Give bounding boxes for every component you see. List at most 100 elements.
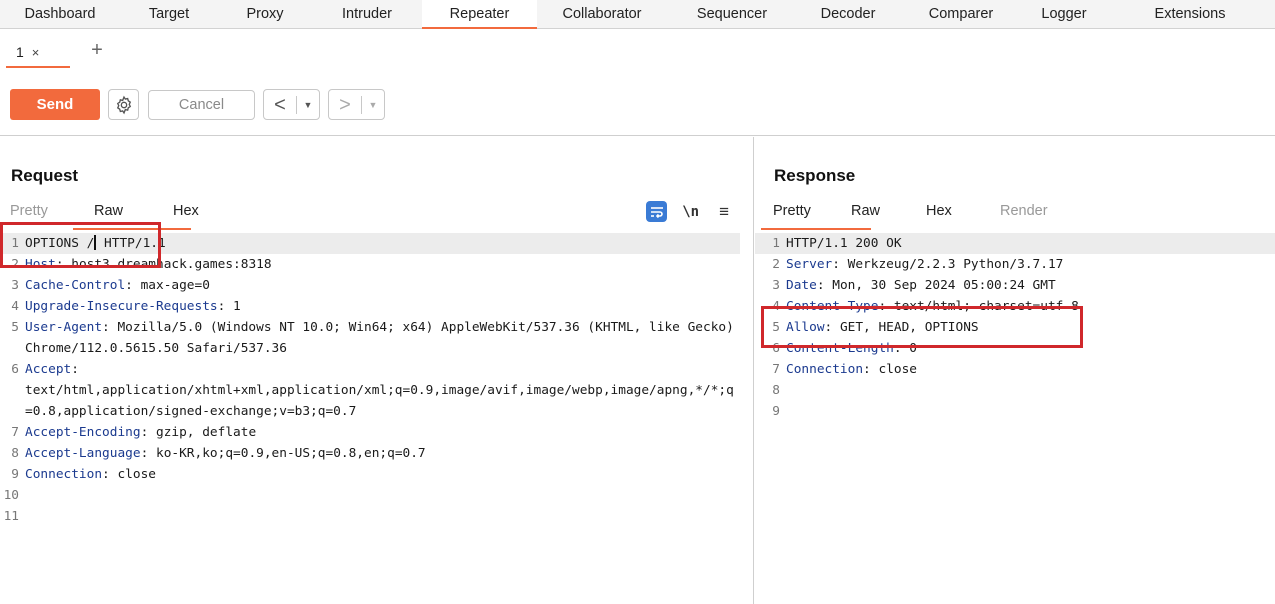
repeater-tab-1[interactable]: 1 × bbox=[6, 39, 70, 68]
line-number: 7 bbox=[772, 362, 780, 377]
forward-button[interactable]: > ▼ bbox=[328, 89, 385, 120]
line-number: 6 bbox=[11, 362, 19, 377]
nav-sequencer[interactable]: Sequencer bbox=[667, 0, 797, 28]
line-number: 8 bbox=[11, 446, 19, 461]
response-viewer[interactable]: 1 HTTP/1.1 200 OK 2 Server: Werkzeug/2.2… bbox=[755, 233, 1275, 422]
code-text: Content-Type: text/html; charset=utf-8 bbox=[786, 299, 1079, 314]
toolbar: Send Cancel < ▼ > ▼ bbox=[0, 73, 1275, 136]
back-button[interactable]: < ▼ bbox=[263, 89, 320, 120]
response-title: Response bbox=[774, 166, 856, 185]
code-line: 7 Connection: close bbox=[755, 359, 1275, 380]
nav-decoder[interactable]: Decoder bbox=[797, 0, 899, 28]
code-text: Connection: close bbox=[786, 362, 917, 377]
line-number: 9 bbox=[11, 467, 19, 482]
request-panel: Request Pretty Raw Hex \n ≡ 1 OPTIONS / … bbox=[0, 137, 754, 604]
tab-render[interactable]: Render bbox=[1000, 203, 1048, 225]
line-number: 3 bbox=[772, 278, 780, 293]
code-line: 11 bbox=[0, 506, 740, 527]
code-line: 5 Allow: GET, HEAD, OPTIONS bbox=[755, 317, 1275, 338]
code-line: 4 Content-Type: text/html; charset=utf-8 bbox=[755, 296, 1275, 317]
line-number: 5 bbox=[11, 320, 19, 335]
send-button[interactable]: Send bbox=[10, 89, 100, 120]
line-number: 1 bbox=[772, 236, 780, 251]
line-number: 2 bbox=[772, 257, 780, 272]
code-line: 1 OPTIONS / HTTP/1.1 bbox=[0, 233, 740, 254]
code-line: 2 Host: host3.dreamhack.games:8318 bbox=[0, 254, 740, 275]
nav-repeater[interactable]: Repeater bbox=[422, 0, 537, 29]
tab-pretty[interactable]: Pretty bbox=[10, 203, 94, 225]
add-tab-icon[interactable]: + bbox=[86, 37, 108, 63]
nav-proxy[interactable]: Proxy bbox=[218, 0, 312, 28]
code-line: 1 HTTP/1.1 200 OK bbox=[755, 233, 1275, 254]
top-nav: Dashboard Target Proxy Intruder Repeater… bbox=[0, 0, 1275, 29]
nav-collaborator[interactable]: Collaborator bbox=[537, 0, 667, 28]
code-text: Connection: close bbox=[25, 467, 156, 482]
code-text: Accept-Language: ko-KR,ko;q=0.9,en-US;q=… bbox=[25, 446, 426, 461]
line-number: 8 bbox=[772, 383, 780, 398]
code-text: Content-Length: 0 bbox=[786, 341, 917, 356]
menu-icon[interactable]: ≡ bbox=[719, 202, 729, 222]
line-number: 5 bbox=[772, 320, 780, 335]
code-text: Accept-Encoding: gzip, deflate bbox=[25, 425, 257, 440]
close-icon[interactable]: × bbox=[32, 45, 40, 60]
tab-hex[interactable]: Hex bbox=[173, 203, 199, 225]
request-tools: \n ≡ bbox=[646, 201, 729, 222]
code-line: 4 Upgrade-Insecure-Requests: 1 bbox=[0, 296, 740, 317]
chevron-down-icon[interactable]: ▼ bbox=[362, 100, 384, 110]
code-line: 7 Accept-Encoding: gzip, deflate bbox=[0, 422, 740, 443]
chevron-right-icon: > bbox=[339, 93, 351, 116]
chevron-down-icon[interactable]: ▼ bbox=[297, 100, 319, 110]
line-number: 7 bbox=[11, 425, 19, 440]
code-text: Host: host3.dreamhack.games:8318 bbox=[25, 257, 272, 272]
request-editor[interactable]: 1 OPTIONS / HTTP/1.1 2 Host: host3.dream… bbox=[0, 233, 740, 527]
line-number: 1 bbox=[11, 236, 19, 251]
line-number: 4 bbox=[772, 299, 780, 314]
code-text: Accept: text/html,application/xhtml+xml,… bbox=[25, 362, 734, 419]
code-text: Date: Mon, 30 Sep 2024 05:00:24 GMT bbox=[786, 278, 1056, 293]
line-number: 11 bbox=[3, 509, 19, 524]
code-line: 9 Connection: close bbox=[0, 464, 740, 485]
response-view-tabs: Pretty Raw Hex Render bbox=[761, 203, 1048, 230]
cancel-button[interactable]: Cancel bbox=[148, 90, 255, 120]
code-line: 6 Accept: text/html,application/xhtml+xm… bbox=[0, 359, 740, 422]
chevron-left-icon: < bbox=[274, 93, 286, 116]
word-wrap-icon[interactable] bbox=[646, 201, 668, 222]
line-number: 6 bbox=[772, 341, 780, 356]
tab-raw[interactable]: Raw bbox=[851, 203, 926, 225]
code-line: 3 Date: Mon, 30 Sep 2024 05:00:24 GMT bbox=[755, 275, 1275, 296]
code-line: 9 bbox=[755, 401, 1275, 422]
code-line: 6 Content-Length: 0 bbox=[755, 338, 1275, 359]
code-text: OPTIONS / HTTP/1.1 bbox=[25, 235, 166, 251]
code-text: Allow: GET, HEAD, OPTIONS bbox=[786, 320, 979, 335]
tab-hex[interactable]: Hex bbox=[926, 203, 1000, 225]
request-view-tabs: Pretty Raw Hex bbox=[10, 203, 199, 230]
code-text: Server: Werkzeug/2.2.3 Python/3.7.17 bbox=[786, 257, 1064, 272]
nav-intruder[interactable]: Intruder bbox=[312, 0, 422, 28]
line-number: 9 bbox=[772, 404, 780, 419]
code-text: User-Agent: Mozilla/5.0 (Windows NT 10.0… bbox=[25, 320, 742, 356]
show-newlines-icon[interactable]: \n bbox=[682, 204, 699, 220]
tab-label: 1 bbox=[16, 44, 24, 60]
code-line: 3 Cache-Control: max-age=0 bbox=[0, 275, 740, 296]
code-line: 8 bbox=[755, 380, 1275, 401]
nav-target[interactable]: Target bbox=[120, 0, 218, 28]
nav-logger[interactable]: Logger bbox=[1023, 0, 1105, 28]
line-number: 4 bbox=[11, 299, 19, 314]
code-text: Upgrade-Insecure-Requests: 1 bbox=[25, 299, 241, 314]
code-line: 8 Accept-Language: ko-KR,ko;q=0.9,en-US;… bbox=[0, 443, 740, 464]
tab-pretty[interactable]: Pretty bbox=[761, 203, 871, 230]
nav-comparer[interactable]: Comparer bbox=[899, 0, 1023, 28]
code-line: 2 Server: Werkzeug/2.2.3 Python/3.7.17 bbox=[755, 254, 1275, 275]
code-text: Cache-Control: max-age=0 bbox=[25, 278, 210, 293]
code-text: HTTP/1.1 200 OK bbox=[786, 236, 902, 251]
settings-button[interactable] bbox=[108, 89, 139, 120]
nav-dashboard[interactable]: Dashboard bbox=[0, 0, 120, 28]
request-title: Request bbox=[11, 166, 79, 185]
line-number: 3 bbox=[11, 278, 19, 293]
code-line: 5 User-Agent: Mozilla/5.0 (Windows NT 10… bbox=[0, 317, 740, 359]
nav-extensions[interactable]: Extensions bbox=[1105, 0, 1275, 28]
tab-raw[interactable]: Raw bbox=[73, 203, 191, 230]
